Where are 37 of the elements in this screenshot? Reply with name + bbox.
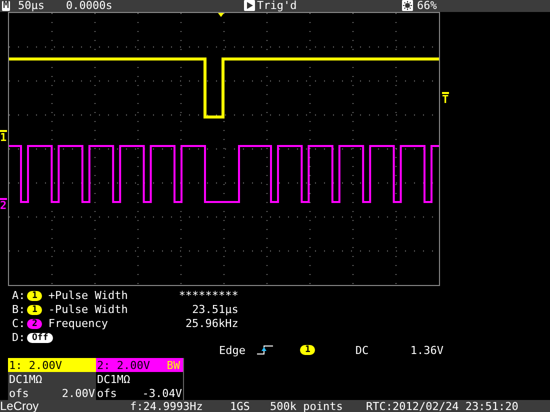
trigger-delay: 0.0000s: [66, 0, 114, 12]
source-badge: 2: [27, 318, 42, 328]
bandwidth-limit: BW: [166, 360, 181, 370]
rising-edge-icon: [257, 345, 273, 356]
offset-value: -3.04V: [142, 388, 182, 398]
measurement-value: 25.96kHz: [184, 318, 238, 329]
measurement-value: 23.51µs: [191, 304, 238, 315]
source-badge: 1: [27, 290, 42, 300]
brightness-level: 66%: [417, 0, 437, 12]
measurement-name: Frequency: [48, 318, 110, 329]
measurement-name: -Pulse Width: [48, 304, 129, 315]
real-time-clock: RTC:2012/02/24 23:51:20: [366, 400, 518, 412]
source-badge: Off: [27, 332, 54, 342]
measurement-value: *********: [178, 290, 238, 301]
trigger-source-badge: 1: [300, 345, 316, 356]
measurement-slot: C:: [12, 318, 27, 329]
measurement-slot: A:: [12, 290, 27, 301]
offset-label: ofs: [97, 388, 117, 398]
source-badge: 1: [27, 304, 42, 314]
trigger-coupling: DC: [355, 344, 370, 356]
channel-coupling: DC1MΩ: [8, 372, 44, 386]
mode-indicator: M: [2, 0, 10, 11]
sample-rate: 1GS: [230, 400, 251, 412]
channel-scale: 2: 2.00V: [97, 360, 150, 370]
channel-scale: 1: 2.00V: [9, 360, 62, 370]
offset-label: ofs: [9, 388, 29, 398]
timebase: 50µs: [18, 0, 46, 12]
measurement-slot: B:: [12, 304, 27, 315]
measurement-slot: D:: [12, 332, 27, 343]
trigger-status: Trig'd: [257, 0, 297, 12]
trigger-type: Edge: [219, 344, 246, 356]
trigger-level: 1.36V: [410, 344, 444, 356]
channel-coupling: DC1MΩ: [96, 372, 132, 386]
frequency: f:24.9993Hz: [130, 400, 204, 412]
memory-depth: 500k points: [270, 400, 344, 412]
offset-value: 2.00V: [62, 388, 95, 398]
measurement-name: +Pulse Width: [48, 290, 129, 301]
